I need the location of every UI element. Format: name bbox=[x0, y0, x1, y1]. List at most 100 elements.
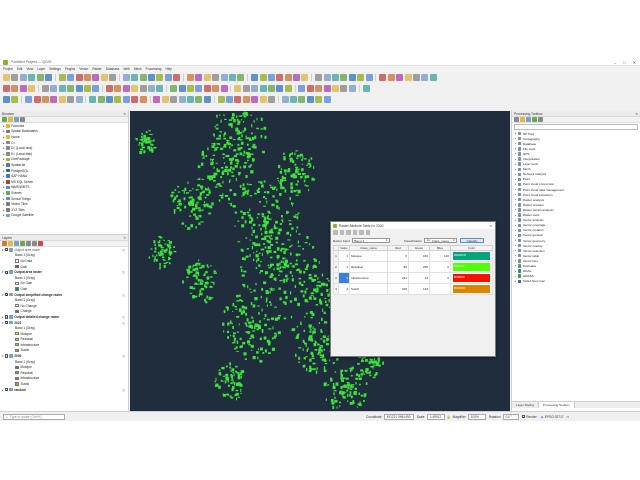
select-icon[interactable] bbox=[67, 74, 75, 81]
zoom-out-icon[interactable] bbox=[44, 74, 52, 81]
open-icon[interactable] bbox=[170, 85, 178, 92]
color-swatch[interactable]: #00A6078 bbox=[453, 252, 490, 260]
add-group-icon[interactable] bbox=[8, 241, 13, 246]
select-icon[interactable] bbox=[50, 85, 58, 92]
collapse-icon[interactable] bbox=[14, 117, 19, 122]
color-swatch[interactable]: #DC8400 bbox=[453, 285, 490, 293]
zoom-in-icon[interactable] bbox=[36, 74, 44, 81]
add-row-icon[interactable] bbox=[346, 230, 351, 235]
edit-icon[interactable] bbox=[298, 85, 306, 92]
add-vector-icon[interactable] bbox=[75, 95, 83, 103]
table-row[interactable]: 3 3 Infrastructure 251 14 0 #FB0E00 bbox=[333, 272, 493, 284]
menu-database[interactable]: Database bbox=[106, 67, 120, 71]
label-icon[interactable] bbox=[323, 85, 331, 92]
zoom-in-icon[interactable] bbox=[203, 85, 211, 92]
identify-icon[interactable] bbox=[25, 95, 33, 103]
add-column-icon[interactable] bbox=[339, 230, 344, 235]
edit-icon[interactable] bbox=[114, 85, 122, 92]
digitize-icon[interactable] bbox=[301, 74, 309, 81]
menu-vector[interactable]: Vector bbox=[79, 67, 88, 71]
refresh-icon[interactable] bbox=[267, 74, 275, 81]
close-icon[interactable]: ✕ bbox=[123, 236, 126, 240]
layer-icon[interactable] bbox=[75, 85, 83, 92]
indicator-icon[interactable]: ◫ bbox=[122, 293, 125, 297]
magnifier-field[interactable]: 100% bbox=[467, 413, 486, 420]
new-project-icon[interactable] bbox=[340, 85, 348, 92]
refresh-icon[interactable] bbox=[83, 74, 91, 81]
statistics-icon[interactable] bbox=[332, 74, 340, 81]
menu-web[interactable]: Web bbox=[123, 67, 130, 71]
indicator-icon[interactable]: ◫ bbox=[122, 354, 125, 358]
pan-icon[interactable] bbox=[178, 95, 186, 103]
close-icon[interactable]: ✕ bbox=[489, 224, 495, 228]
filter-icon[interactable] bbox=[20, 241, 25, 246]
value-cell[interactable]: 1 bbox=[338, 250, 350, 262]
maximize-button[interactable]: □ bbox=[623, 60, 625, 65]
render-checkbox[interactable]: ✓ bbox=[521, 414, 525, 419]
layer-icon[interactable] bbox=[276, 74, 284, 81]
refresh-icon[interactable] bbox=[251, 85, 259, 92]
style-icon[interactable] bbox=[2, 241, 7, 246]
attribute-table-icon[interactable] bbox=[290, 95, 298, 103]
indicator-icon[interactable]: ◫ bbox=[122, 270, 125, 274]
table-row[interactable]: 1 1 Mosque 0 166 120 #00A6078 bbox=[333, 250, 493, 262]
digitize-icon[interactable] bbox=[267, 95, 275, 103]
coordinate-field[interactable]: 491221 5961490 bbox=[383, 413, 414, 420]
blue-cell[interactable]: 120 bbox=[429, 250, 451, 262]
statistics-icon[interactable] bbox=[114, 95, 122, 103]
blue-cell[interactable]: 0 bbox=[429, 261, 451, 273]
globe-icon[interactable]: ◉ bbox=[541, 415, 544, 419]
menu-processing[interactable]: Processing bbox=[146, 67, 162, 71]
layer-item[interactable]: ▸ ✓ random ◫ bbox=[2, 387, 128, 393]
select-icon[interactable] bbox=[217, 95, 225, 103]
messages-icon[interactable]: ✉ bbox=[567, 415, 570, 419]
edit-icon[interactable] bbox=[131, 74, 139, 81]
new-project-icon[interactable] bbox=[323, 95, 331, 103]
color-cell[interactable]: #00A6078 bbox=[450, 250, 493, 262]
collapse-icon[interactable] bbox=[32, 241, 37, 246]
color-swatch[interactable]: #FB0E00 bbox=[453, 274, 490, 282]
menu-edit[interactable]: Edit bbox=[17, 67, 23, 71]
expand-icon[interactable] bbox=[26, 241, 31, 246]
identify-icon[interactable] bbox=[58, 74, 66, 81]
edit-icon[interactable] bbox=[281, 95, 289, 103]
open-icon[interactable] bbox=[153, 95, 161, 103]
new-project-icon[interactable] bbox=[173, 74, 181, 81]
save-icon[interactable] bbox=[362, 85, 370, 92]
pan-icon[interactable] bbox=[396, 74, 404, 81]
class-name-cell[interactable]: Sustic bbox=[349, 283, 388, 295]
pan-icon[interactable] bbox=[11, 85, 19, 92]
refresh-icon[interactable] bbox=[365, 230, 370, 235]
print-icon[interactable] bbox=[3, 85, 10, 92]
blue-cell[interactable] bbox=[429, 283, 451, 295]
save-icon[interactable] bbox=[379, 74, 387, 81]
tab-layer-styling[interactable]: Layer Styling bbox=[512, 402, 539, 408]
print-icon[interactable] bbox=[186, 85, 194, 92]
measure-icon[interactable] bbox=[75, 74, 83, 81]
settings-icon[interactable] bbox=[538, 117, 543, 122]
tab-processing-toolbox[interactable]: Processing Toolbox bbox=[538, 402, 575, 408]
menu-project[interactable]: Project bbox=[3, 67, 13, 71]
add-vector-icon[interactable] bbox=[293, 74, 301, 81]
table-row[interactable]: 2 2 Residual 80 255 0 #50FF00 bbox=[333, 261, 493, 273]
browser-item[interactable]: ▸ Google Satellite bbox=[3, 213, 128, 219]
python-icon[interactable] bbox=[520, 117, 525, 122]
layer-icon[interactable] bbox=[259, 85, 267, 92]
red-cell[interactable]: 251 bbox=[387, 272, 409, 284]
refresh-icon[interactable] bbox=[67, 85, 75, 92]
zoom-in-icon[interactable] bbox=[186, 95, 194, 103]
zoom-out-icon[interactable] bbox=[212, 85, 220, 92]
green-cell[interactable]: 255 bbox=[408, 261, 430, 273]
refresh-icon[interactable] bbox=[50, 95, 58, 103]
close-button[interactable]: ✕ bbox=[633, 60, 636, 65]
digitize-icon[interactable] bbox=[89, 95, 97, 103]
attribute-table-icon[interactable] bbox=[323, 74, 331, 81]
zoom-out-icon[interactable] bbox=[195, 95, 203, 103]
print-icon[interactable] bbox=[203, 74, 211, 81]
add-vector-icon[interactable] bbox=[109, 74, 117, 81]
remove-layer-icon[interactable] bbox=[38, 241, 43, 246]
save-icon[interactable] bbox=[178, 85, 186, 92]
layer-visibility-checkbox[interactable]: ✓ bbox=[5, 354, 9, 358]
statistics-icon[interactable] bbox=[298, 95, 306, 103]
red-cell[interactable]: 0 bbox=[387, 250, 409, 262]
